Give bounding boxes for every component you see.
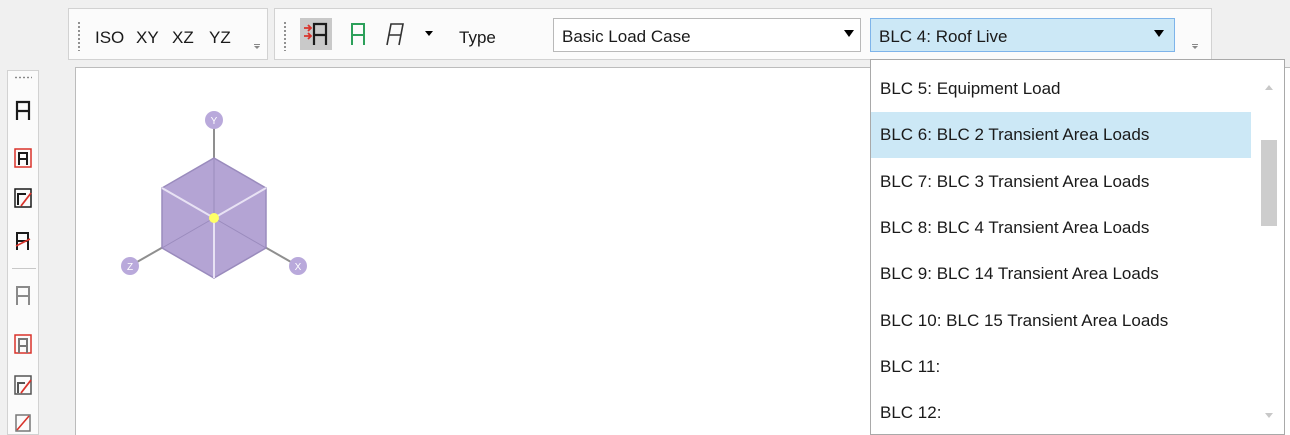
type-select[interactable]: Basic Load Case	[553, 18, 861, 52]
view-iso-button[interactable]: ISO	[95, 28, 124, 48]
axis-y-badge[interactable]: Y	[205, 111, 223, 129]
chevron-down-icon	[844, 30, 854, 37]
scrollbar-thumb[interactable]	[1261, 140, 1277, 226]
plate-gray-red-box-icon[interactable]	[13, 333, 33, 355]
plate-icon[interactable]	[13, 99, 33, 121]
plate-gray-red-x-icon[interactable]	[13, 412, 33, 434]
load-case-select[interactable]: BLC 4: Roof Live	[870, 18, 1175, 52]
view-yz-button[interactable]: YZ	[209, 28, 231, 48]
plate-skew-icon	[386, 23, 404, 46]
load-case-select-value: BLC 4: Roof Live	[879, 27, 1008, 46]
dropdown-arrow-icon[interactable]	[424, 30, 434, 38]
type-label: Type	[459, 28, 496, 47]
list-item[interactable]: BLC 7: BLC 3 Transient Area Loads	[871, 159, 1251, 205]
svg-text:X: X	[295, 262, 302, 273]
list-item[interactable]: BLC 9: BLC 14 Transient Area Loads	[871, 251, 1251, 297]
overflow-icon[interactable]	[1191, 44, 1199, 50]
plate-red-box-icon[interactable]	[13, 147, 33, 169]
type-select-value: Basic Load Case	[562, 27, 691, 46]
load-case-dropdown-list: BLC 5: Equipment Load BLC 6: BLC 2 Trans…	[870, 59, 1285, 435]
list-item[interactable]: BLC 12:	[871, 390, 1251, 434]
axis-x-badge[interactable]: X	[289, 257, 307, 275]
orientation-cube: Y Z X	[121, 111, 307, 279]
toolbar-divider	[12, 268, 36, 269]
toolbar-grip-icon[interactable]	[14, 76, 32, 79]
plate-green-icon	[351, 23, 365, 45]
loads-display-toggle-button[interactable]	[300, 18, 332, 50]
left-toolbar	[7, 70, 39, 435]
svg-text:Y: Y	[211, 116, 218, 127]
toolbar-grip-icon[interactable]	[283, 21, 287, 51]
scroll-up-icon[interactable]	[1264, 84, 1274, 91]
toolbar-grip-icon[interactable]	[77, 21, 81, 51]
list-item[interactable]: BLC 5: Equipment Load	[871, 66, 1251, 112]
scroll-down-icon[interactable]	[1264, 412, 1274, 419]
top-toolbar: ISO XY XZ YZ Type Basic Load Case BLC 4:…	[0, 0, 1290, 67]
load-toolbar: Type Basic Load Case BLC 4: Roof Live	[274, 8, 1212, 60]
axis-z-badge[interactable]: Z	[121, 257, 139, 275]
chevron-down-icon	[1154, 30, 1164, 37]
overflow-icon[interactable]	[253, 44, 261, 50]
list-item[interactable]: BLC 11:	[871, 344, 1251, 390]
plate-italic-button[interactable]	[379, 18, 411, 50]
list-item-selected[interactable]: BLC 6: BLC 2 Transient Area Loads	[871, 112, 1251, 158]
view-toolbar: ISO XY XZ YZ	[68, 8, 268, 60]
plate-gray-icon[interactable]	[13, 284, 33, 306]
view-xy-button[interactable]: XY	[136, 28, 159, 48]
svg-text:Z: Z	[127, 262, 133, 273]
plate-load-arrows-icon	[304, 22, 328, 45]
plate-green-button[interactable]	[342, 18, 374, 50]
view-xz-button[interactable]: XZ	[172, 28, 194, 48]
list-item[interactable]: BLC 10: BLC 15 Transient Area Loads	[871, 298, 1251, 344]
list-item[interactable]: BLC 8: BLC 4 Transient Area Loads	[871, 205, 1251, 251]
plate-red-line-icon[interactable]	[13, 229, 33, 251]
dropdown-scrollbar[interactable]	[1253, 60, 1284, 434]
plate-red-slash-icon[interactable]	[13, 187, 33, 209]
plate-gray-red-slash-icon[interactable]	[13, 374, 33, 396]
